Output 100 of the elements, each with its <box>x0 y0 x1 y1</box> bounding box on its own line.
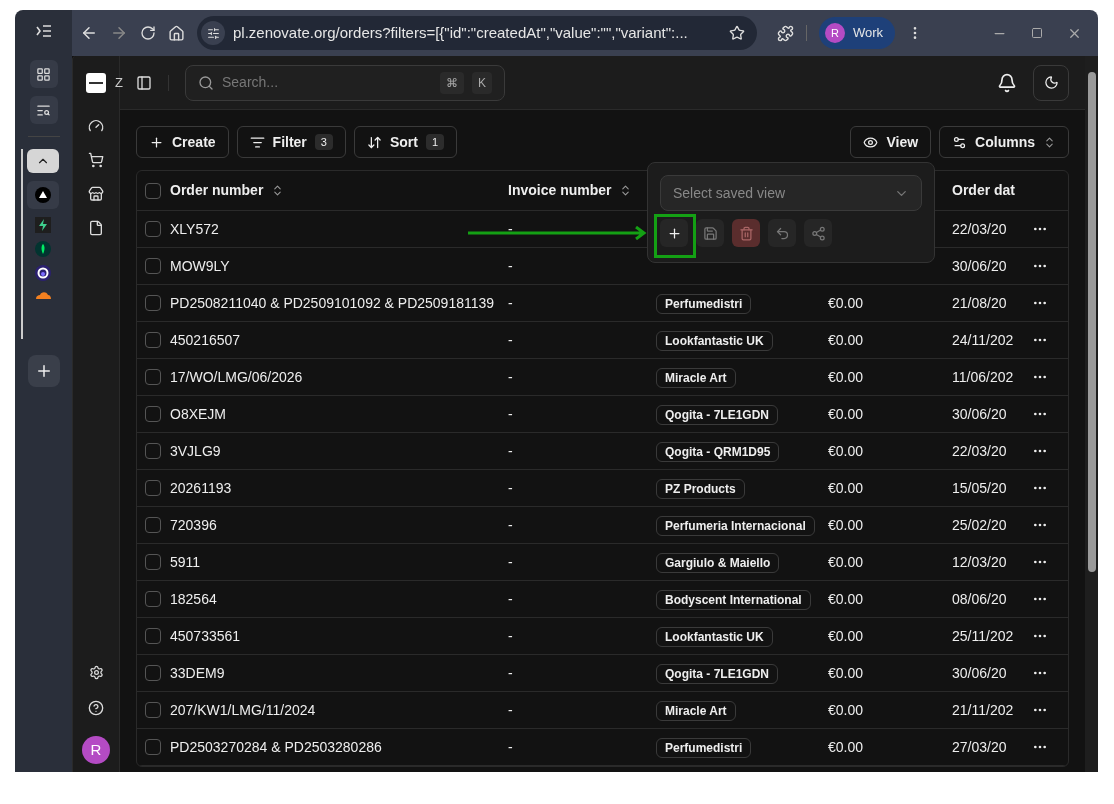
table-cell: 207/KW1/LMG/11/2024 <box>170 701 316 718</box>
select-all-checkbox[interactable] <box>145 182 161 199</box>
table-cell: 450733561 <box>170 627 241 644</box>
leaf-app-icon[interactable] <box>34 241 51 257</box>
row-checkbox[interactable] <box>145 739 161 755</box>
row-checkbox[interactable] <box>145 517 161 533</box>
table-cell: €0.00 <box>828 516 864 533</box>
key-hint: K <box>472 71 492 94</box>
table-cell: 20261193 <box>170 479 232 496</box>
add-view-button[interactable] <box>660 219 688 247</box>
table-cell: 25/11/202 <box>952 627 1014 644</box>
row-checkbox[interactable] <box>145 591 161 607</box>
row-checkbox[interactable] <box>145 221 161 237</box>
table-cell: 720396 <box>170 516 217 533</box>
table-cell: - <box>508 405 513 422</box>
home-icon[interactable] <box>168 24 185 42</box>
row-checkbox[interactable] <box>145 258 161 274</box>
table-cell: O8XEJM <box>170 405 226 422</box>
filter-icon <box>249 134 265 150</box>
view-button[interactable]: View <box>850 126 932 158</box>
filter-button[interactable]: Filter 3 <box>236 126 346 158</box>
table-cell: 08/06/20 <box>952 590 1007 607</box>
maximize-icon[interactable] <box>1031 27 1043 39</box>
table-cell: 3VJLG9 <box>170 442 221 459</box>
cart-icon[interactable] <box>88 152 104 168</box>
sliders-icon <box>952 134 968 150</box>
store-icon[interactable] <box>88 186 104 202</box>
brand-name: Z <box>115 74 123 93</box>
row-checkbox[interactable] <box>145 406 161 422</box>
sidebar-toggle-icon[interactable] <box>136 74 152 91</box>
cloud-app-icon[interactable] <box>33 289 52 301</box>
table-cell: PD2508211040 & PD2509101092 & PD2509181139 <box>170 294 495 311</box>
table-cell: 11/06/202 <box>952 368 1014 385</box>
table-cell: PD2503270284 & PD2503280286 <box>170 738 382 755</box>
table-cell: €0.00 <box>828 664 864 681</box>
store-tag: Qogita - 7LE1GDN <box>656 404 778 425</box>
search-input[interactable]: Search... <box>222 72 432 93</box>
row-checkbox[interactable] <box>145 332 161 348</box>
table-cell: 182564 <box>170 590 217 607</box>
triangle-app-icon[interactable] <box>34 187 51 203</box>
table-cell: - <box>508 220 513 237</box>
store-tag: Gargiulo & Maiello <box>656 552 780 573</box>
row-checkbox[interactable] <box>145 295 161 311</box>
profile-button[interactable]: R Work <box>819 17 896 49</box>
bookmark-icon[interactable] <box>729 25 745 41</box>
create-button[interactable]: Create <box>136 126 229 158</box>
back-icon[interactable] <box>80 24 98 42</box>
table-cell: €0.00 <box>828 738 864 755</box>
store-tag: Lookfantastic UK <box>656 626 773 647</box>
help-icon[interactable] <box>88 700 104 716</box>
site-settings-icon[interactable] <box>206 26 220 40</box>
row-checkbox[interactable] <box>145 628 161 644</box>
tab-search-button[interactable] <box>29 96 58 124</box>
row-checkbox[interactable] <box>145 443 161 459</box>
collapse-button[interactable] <box>26 149 59 173</box>
row-checkbox[interactable] <box>145 480 161 496</box>
ring-app-icon[interactable] <box>34 265 51 281</box>
file-icon[interactable] <box>88 220 104 236</box>
table-cell: - <box>508 701 513 718</box>
columns-button[interactable]: Columns <box>939 126 1069 158</box>
add-app-button[interactable] <box>27 355 60 387</box>
notifications-icon[interactable] <box>997 72 1017 93</box>
store-tag: Lookfantastic UK <box>656 330 773 351</box>
sort-button[interactable]: Sort 1 <box>353 126 458 158</box>
table-cell: 30/06/20 <box>952 664 1007 681</box>
tab-grid-button[interactable] <box>29 60 58 88</box>
table-cell: 33DEM9 <box>170 664 225 681</box>
table-cell: €0.00 <box>828 294 864 311</box>
table-cell: - <box>508 553 513 570</box>
row-checkbox[interactable] <box>145 665 161 681</box>
sidebar-toggle-icon[interactable] <box>34 22 53 40</box>
table-cell: 27/03/20 <box>952 738 1007 755</box>
store-tag: Bodyscent International <box>656 589 811 610</box>
grid-icon <box>36 66 51 82</box>
row-checkbox[interactable] <box>145 369 161 385</box>
user-avatar[interactable]: R <box>82 736 110 764</box>
table-cell: - <box>508 590 513 607</box>
row-checkbox[interactable] <box>145 702 161 718</box>
search-field[interactable]: Search... ⌘ K <box>185 64 505 101</box>
column-header[interactable]: Order number <box>170 180 264 201</box>
logo <box>86 73 106 93</box>
table-cell: €0.00 <box>828 479 864 496</box>
extensions-icon[interactable] <box>777 24 794 42</box>
theme-toggle-button[interactable] <box>1033 64 1069 101</box>
column-header[interactable]: Invoice number <box>508 180 612 201</box>
bolt-app-icon[interactable] <box>34 217 51 233</box>
address-bar[interactable]: pl.zenovate.org/orders?filters=[{"id":"createdAt","value":"","variant":... <box>197 16 757 50</box>
table-cell: - <box>508 331 513 348</box>
dashboard-icon[interactable] <box>88 118 104 134</box>
column-header[interactable]: Order dat <box>952 180 1015 201</box>
forward-icon[interactable] <box>110 24 128 42</box>
store-tag: Perfumedistri <box>656 293 752 314</box>
table-cell: 24/11/202 <box>952 331 1014 348</box>
store-tag: Miracle Art <box>656 700 736 721</box>
settings-icon[interactable] <box>88 665 104 680</box>
table-cell: - <box>508 257 513 274</box>
store-tag: Qogita - QRM1D95 <box>656 441 780 462</box>
reload-icon[interactable] <box>140 25 156 41</box>
saved-view-select[interactable]: Select saved view <box>660 175 922 211</box>
row-checkbox[interactable] <box>145 554 161 570</box>
